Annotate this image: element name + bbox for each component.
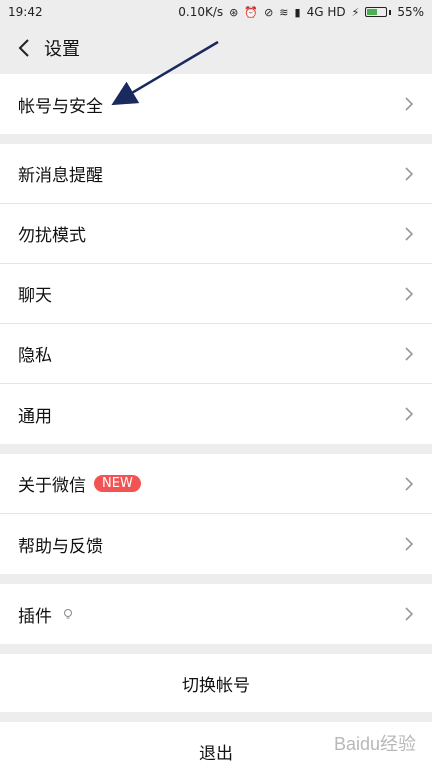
settings-group-about: 关于微信 NEW 帮助与反馈 — [0, 454, 432, 574]
battery-percent: 55% — [397, 5, 424, 19]
row-label: 关于微信 — [18, 476, 86, 496]
network-type: 4G HD — [306, 5, 346, 19]
chevron-right-icon — [405, 537, 414, 551]
signal-icon: ▮ — [294, 5, 301, 19]
watermark: Baidu经验 — [333, 734, 416, 754]
status-time: 19:42 — [8, 5, 43, 19]
new-badge: NEW — [94, 475, 141, 492]
lightbulb-icon — [64, 609, 72, 619]
settings-group-plugins: 插件 — [0, 584, 432, 644]
chevron-right-icon — [405, 607, 414, 621]
chevron-right-icon — [405, 286, 414, 301]
settings-group-account: 帐号与安全 — [0, 74, 432, 134]
switch-account-button[interactable]: 切换帐号 — [0, 654, 432, 712]
row-label: 帐号与安全 — [18, 96, 103, 117]
row-label: 隐私 — [18, 346, 52, 366]
chevron-right-icon — [405, 226, 414, 241]
settings-group-main: 新消息提醒 勿扰模式 聊天 隐私 通用 — [0, 144, 432, 444]
back-button[interactable] — [12, 36, 36, 60]
battery-icon — [365, 7, 392, 17]
row-about[interactable]: 关于微信 NEW — [0, 454, 432, 514]
page-title: 设置 — [44, 39, 80, 60]
row-notifications[interactable]: 新消息提醒 — [0, 144, 432, 204]
chevron-right-icon — [405, 476, 414, 491]
row-general[interactable]: 通用 — [0, 384, 432, 444]
chevron-right-icon — [405, 407, 414, 421]
row-chat[interactable]: 聊天 — [0, 264, 432, 324]
row-label: 插件 — [18, 606, 52, 627]
row-label: 勿扰模式 — [18, 226, 86, 246]
logout-label: 退出 — [199, 743, 233, 764]
chevron-right-icon — [405, 97, 414, 111]
row-account-security[interactable]: 帐号与安全 — [0, 74, 432, 134]
switch-account-label: 切换帐号 — [182, 675, 250, 696]
no-sim-icon: ⊘ — [264, 5, 274, 19]
row-do-not-disturb[interactable]: 勿扰模式 — [0, 204, 432, 264]
link-icon: ⊛ — [229, 5, 239, 19]
chevron-left-icon — [18, 39, 29, 57]
chevron-right-icon — [405, 166, 414, 181]
alarm-icon: ⏰ — [244, 5, 259, 19]
row-label: 新消息提醒 — [18, 166, 103, 186]
row-label: 通用 — [18, 406, 52, 427]
charging-icon: ⚡ — [351, 5, 360, 19]
row-label: 聊天 — [18, 286, 52, 306]
nav-bar: 设置 — [0, 24, 432, 72]
status-bar: 19:42 0.10K/s ⊛ ⏰ ⊘ ≋ ▮ 4G HD ⚡ 55% — [0, 0, 432, 24]
wifi-icon: ≋ — [279, 5, 289, 19]
row-label: 帮助与反馈 — [18, 536, 103, 557]
row-help-feedback[interactable]: 帮助与反馈 — [0, 514, 432, 574]
chevron-right-icon — [405, 346, 414, 361]
net-speed: 0.10K/s — [178, 5, 224, 19]
row-plugins[interactable]: 插件 — [0, 584, 432, 644]
row-privacy[interactable]: 隐私 — [0, 324, 432, 384]
switch-account-group: 切换帐号 — [0, 654, 432, 712]
